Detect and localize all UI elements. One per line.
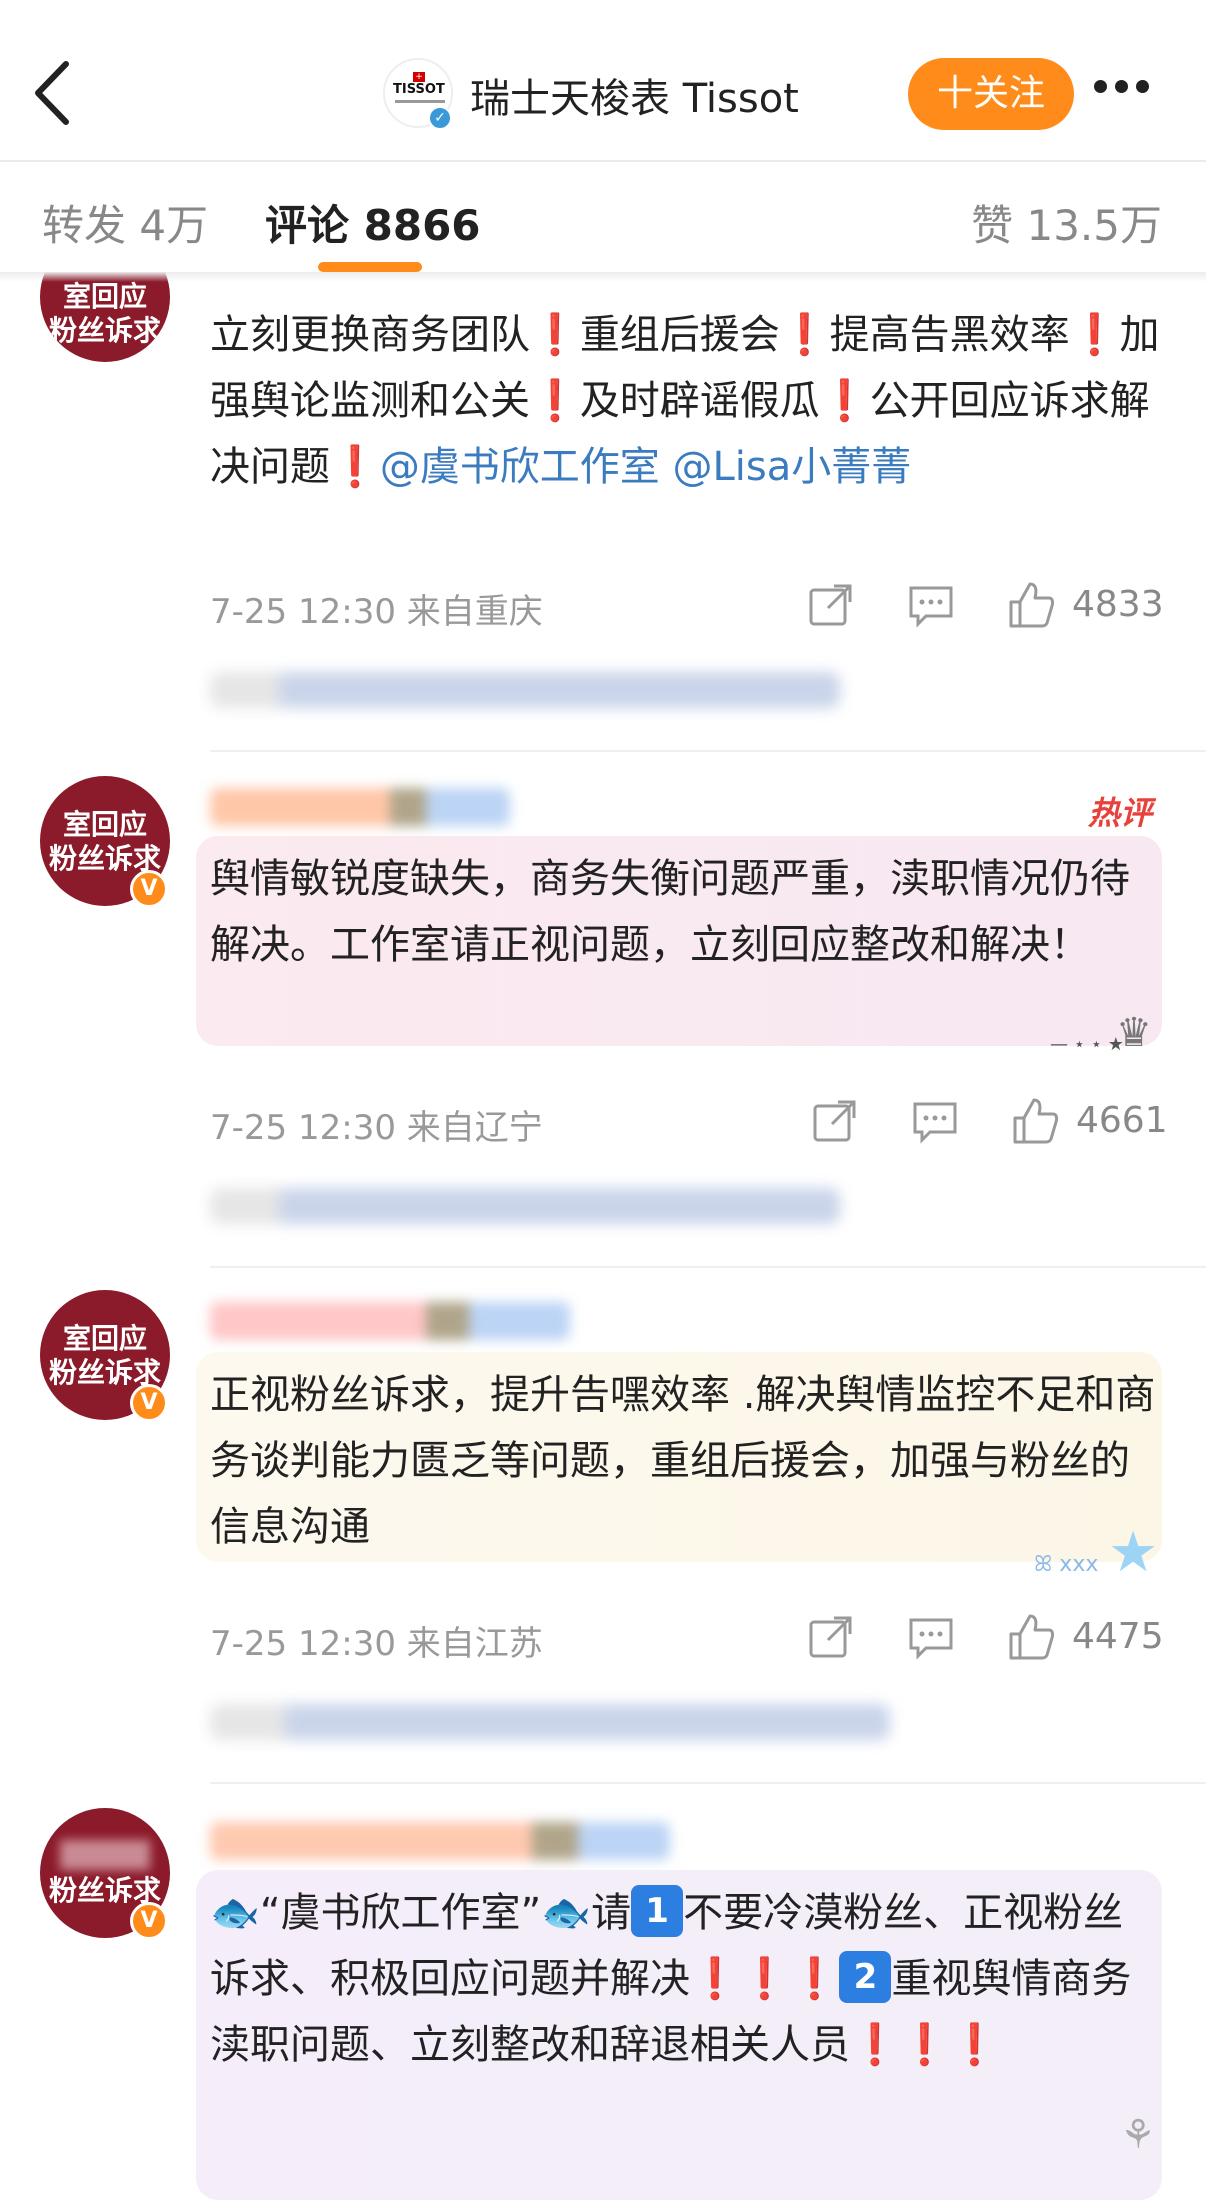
comment-text: 正视粉丝诉求，提升告嘿效率 .解决舆情监控不足和商务谈判能力匮乏等问题，重组后援… <box>210 1372 1156 1550</box>
brand-logo-text: TISSOT <box>393 82 445 97</box>
reply-preview[interactable] <box>210 1188 840 1224</box>
username[interactable] <box>210 788 510 826</box>
share-icon[interactable] <box>806 580 856 630</box>
tab-comments-label[interactable]: 评论 8866 <box>265 192 481 253</box>
page-title: 瑞士天梭表 Tissot <box>470 76 799 122</box>
comment-meta: 7-25 12:30 来自辽宁 <box>210 1108 543 1148</box>
comment-divider <box>210 1266 1206 1268</box>
follow-button[interactable]: 十关注 <box>908 58 1074 130</box>
comment-meta: 7-25 12:30 来自重庆 <box>210 592 543 632</box>
number-one-icon: 1 <box>631 1885 684 1937</box>
reply-preview[interactable] <box>210 672 840 708</box>
comment-meta: 7-25 12:30 来自江苏 <box>210 1624 543 1664</box>
tabs-shadow <box>0 272 1206 282</box>
more-dots-icon[interactable] <box>1094 78 1164 108</box>
tab-likes-label[interactable]: 赞 13.5万 <box>971 192 1162 253</box>
verified-badge-icon: V <box>130 1902 168 1940</box>
reply-preview[interactable] <box>210 1704 890 1740</box>
share-icon[interactable] <box>810 1096 860 1146</box>
active-tab-underline <box>318 262 422 272</box>
mention-link[interactable]: @虞书欣工作室 @Lisa小菁菁 <box>380 444 911 490</box>
like-count: 4661 <box>1076 1100 1168 1141</box>
username[interactable] <box>210 1822 670 1860</box>
comment-text: 立刻更换商务团队❗重组后援会❗提高告黑效率❗加强舆论监测和公关❗及时辟谣假瓜❗公… <box>210 312 1160 490</box>
like-icon[interactable] <box>1010 1096 1060 1146</box>
like-count: 4833 <box>1072 584 1164 625</box>
like-count: 4475 <box>1072 1616 1164 1657</box>
swiss-cross-icon: + <box>413 72 425 82</box>
bow-sticker-icon: ꕤ xxx <box>1034 1552 1099 1577</box>
fish-emoji-icon: 🐟 <box>541 1890 592 1936</box>
hot-comment-tag: 热评 <box>1087 794 1152 832</box>
apple-sticker-icon: ⚘ <box>1120 2112 1156 2158</box>
like-icon[interactable] <box>1006 580 1056 630</box>
comment-text: 🐟“虞书欣工作室”🐟请 1 不要冷漠粉丝、正视粉丝诉求、积极回应问题并解决❗❗❗ 2 重… <box>210 1880 1160 2078</box>
stars-sticker-icon: — ⋆ ⋆ ★ <box>1050 1034 1124 1055</box>
back-button[interactable] <box>28 58 78 128</box>
share-icon[interactable] <box>806 1612 856 1662</box>
number-two-icon: 2 <box>839 1951 892 2003</box>
username[interactable] <box>210 1302 570 1340</box>
comment-divider <box>210 750 1206 752</box>
comment-icon[interactable] <box>906 580 956 630</box>
logo-subline <box>395 100 445 103</box>
verified-icon: ✓ <box>428 106 452 130</box>
star-sticker-icon: ★ <box>1108 1520 1159 1585</box>
fish-emoji-icon: 🐟 <box>210 1890 260 1936</box>
top-nav-bar: + TISSOT ✓ 瑞士天梭表 Tissot 十关注 <box>0 0 1206 160</box>
verified-badge-icon: V <box>130 870 168 908</box>
comment-text: 舆情敏锐度缺失，商务失衡问题严重，渎职情况仍待解决。工作室请正视问题，立刻回应整… <box>210 856 1130 968</box>
like-icon[interactable] <box>1006 1612 1056 1662</box>
comment-icon[interactable] <box>906 1612 956 1662</box>
verified-badge-icon: V <box>130 1384 168 1422</box>
chevron-left-icon <box>35 61 69 125</box>
comment-divider <box>210 1782 1206 1784</box>
comment-icon[interactable] <box>910 1096 960 1146</box>
tab-repost-label[interactable]: 转发 4万 <box>42 192 208 253</box>
